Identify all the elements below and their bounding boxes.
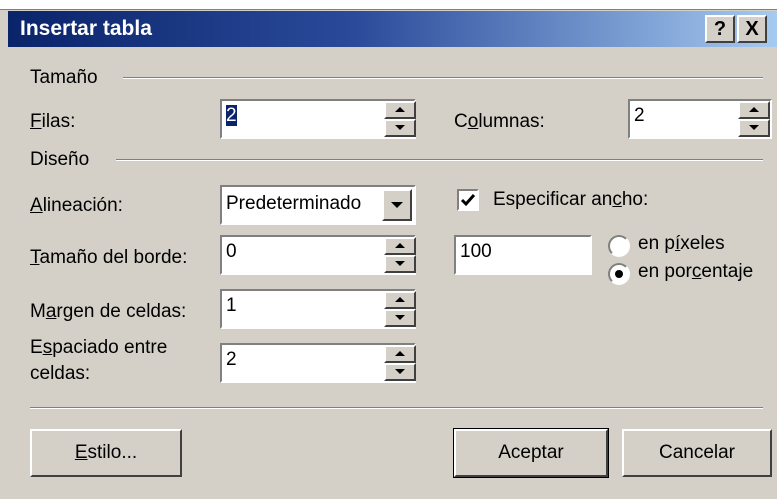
columns-spinner[interactable] (738, 101, 770, 137)
design-group-label: Diseño (30, 149, 90, 170)
width-input[interactable]: 100 (454, 235, 592, 275)
arrow-up-icon (749, 107, 759, 112)
specify-width-checkbox[interactable] (457, 189, 479, 211)
cell-spacing-label-line2: celdas: (30, 363, 91, 384)
columns-value: 2 (634, 105, 645, 126)
alignment-value: Predeterminado (226, 193, 362, 214)
border-size-label: Tamaño del borde: (30, 247, 188, 268)
border-size-decrement-button[interactable] (384, 255, 416, 273)
title-bar[interactable]: Insertar tabla ? X (8, 11, 777, 47)
dialog-title: Insertar tabla (20, 17, 152, 40)
rows-decrement-button[interactable] (384, 119, 416, 137)
cell-spacing-value: 2 (226, 349, 237, 370)
columns-increment-button[interactable] (738, 101, 770, 119)
arrow-up-icon (395, 243, 405, 248)
unit-percent-radio[interactable] (608, 263, 630, 285)
cell-padding-label: Margen de celdas: (30, 301, 187, 322)
border-size-increment-button[interactable] (384, 237, 416, 255)
arrow-down-icon (395, 315, 405, 320)
alignment-select[interactable]: Predeterminado (220, 185, 416, 225)
dialog-body: Tamaño Filas: 2 Columnas: 2 Diseño Aline… (8, 47, 777, 499)
style-button[interactable]: Estilo... (30, 429, 182, 477)
insert-table-dialog: Insertar tabla ? X Tamaño Filas: 2 Colum… (0, 0, 777, 499)
arrow-down-icon (395, 125, 405, 130)
border-size-spinner[interactable] (384, 237, 416, 273)
cell-spacing-spinner[interactable] (384, 345, 416, 381)
cell-padding-decrement-button[interactable] (384, 309, 416, 327)
rows-increment-button[interactable] (384, 101, 416, 119)
unit-pixels-label[interactable]: en píxeles (638, 233, 725, 255)
ok-button[interactable]: Aceptar (453, 428, 609, 478)
help-button[interactable]: ? (705, 15, 735, 43)
alignment-label: Alineación: (30, 195, 123, 216)
specify-width-label[interactable]: Especificar ancho: (493, 189, 648, 211)
arrow-down-icon (749, 125, 759, 130)
close-button[interactable]: X (737, 15, 767, 43)
cell-padding-spinner[interactable] (384, 291, 416, 327)
arrow-down-icon (395, 261, 405, 266)
size-group-label: Tamaño (30, 67, 98, 88)
window-top-edge (0, 0, 777, 10)
radio-selected-dot (615, 270, 623, 278)
unit-pixels-radio[interactable] (608, 235, 630, 257)
alignment-dropdown-button[interactable] (382, 189, 412, 221)
cancel-button[interactable]: Cancelar (622, 429, 772, 477)
unit-percent-label[interactable]: en porcentaje (638, 261, 753, 283)
arrow-down-icon (395, 369, 405, 374)
cell-spacing-increment-button[interactable] (384, 345, 416, 363)
cell-spacing-decrement-button[interactable] (384, 363, 416, 381)
design-group-divider (116, 159, 763, 161)
rows-spinner[interactable] (384, 101, 416, 137)
size-group-divider (123, 77, 763, 79)
cell-padding-increment-button[interactable] (384, 291, 416, 309)
arrow-up-icon (395, 351, 405, 356)
arrow-up-icon (395, 297, 405, 302)
border-size-value: 0 (226, 241, 237, 262)
width-value: 100 (460, 241, 492, 262)
rows-value: 2 (226, 105, 237, 126)
arrow-up-icon (395, 107, 405, 112)
columns-decrement-button[interactable] (738, 119, 770, 137)
rows-label: Filas: (30, 111, 76, 132)
checkmark-icon (460, 194, 476, 207)
columns-label: Columnas: (454, 111, 545, 132)
cell-padding-value: 1 (226, 295, 237, 316)
bottom-divider (30, 407, 763, 409)
cell-spacing-label: Espaciado entre (30, 337, 168, 358)
chevron-down-icon (391, 202, 403, 208)
